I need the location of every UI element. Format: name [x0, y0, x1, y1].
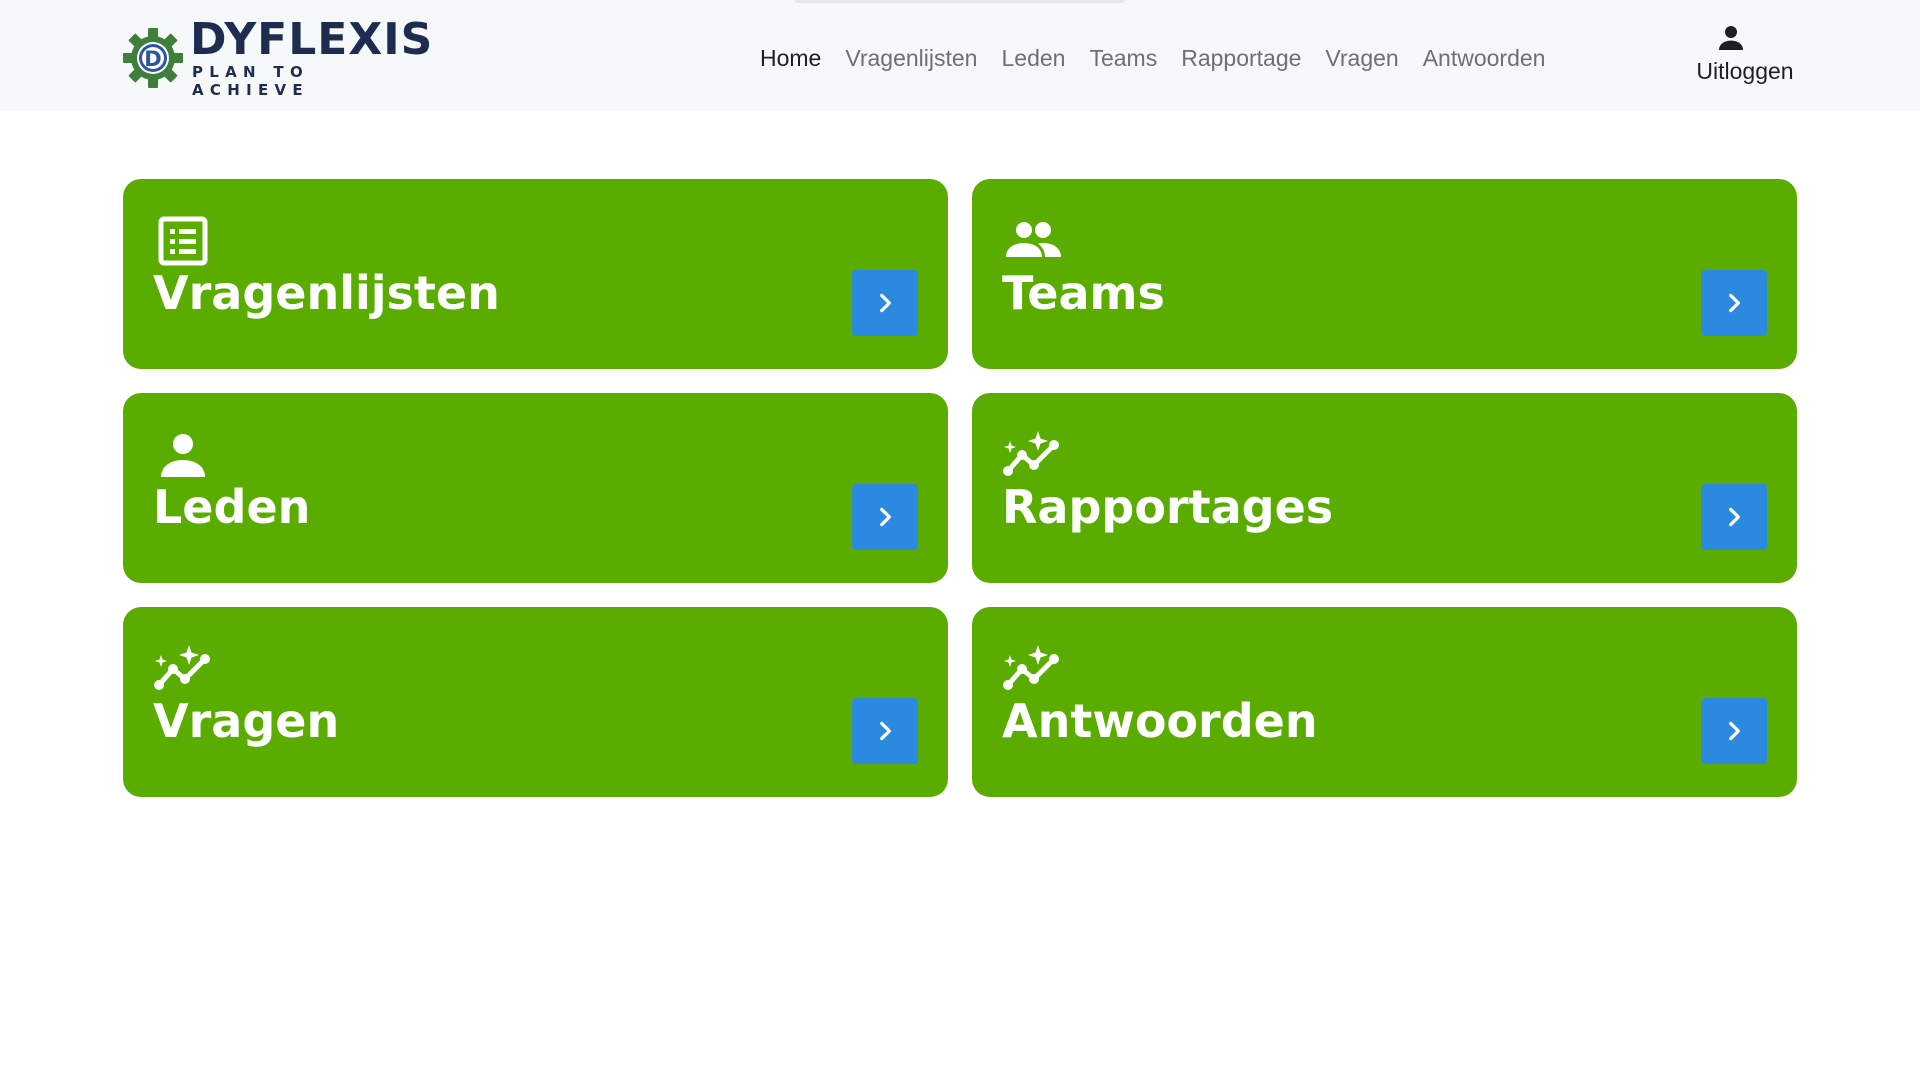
sparkle-chart-icon [153, 643, 213, 695]
list-icon [153, 215, 213, 267]
card-title: Antwoorden [1002, 694, 1318, 748]
chevron-right-icon [880, 507, 891, 527]
logout-label: Uitloggen [1696, 58, 1794, 84]
navbar: D DYFLEXIS PLAN TO ACHIEVE Home Vragenli… [0, 0, 1920, 111]
brand-tagline: PLAN TO ACHIEVE [192, 63, 310, 99]
card-title: Vragenlijsten [153, 266, 500, 320]
logo-letter: D [144, 47, 161, 71]
card-rapportages[interactable]: Rapportages [972, 393, 1797, 583]
chevron-right-icon [1729, 293, 1740, 313]
nav-link-teams[interactable]: Teams [1077, 41, 1169, 76]
open-rapportages-button[interactable] [1701, 484, 1767, 550]
chevron-right-icon [1729, 507, 1740, 527]
brand-logo-link[interactable]: D DYFLEXIS PLAN TO ACHIEVE [122, 14, 434, 99]
card-teams[interactable]: Teams [972, 179, 1797, 369]
chevron-right-icon [880, 721, 891, 741]
card-leden[interactable]: Leden [123, 393, 948, 583]
card-title: Rapportages [1002, 480, 1334, 534]
card-title: Leden [153, 480, 311, 534]
brand-name: DYFLEXIS [190, 14, 434, 65]
card-vragen[interactable]: Vragen [123, 607, 948, 797]
nav-link-rapportage[interactable]: Rapportage [1169, 41, 1313, 76]
open-teams-button[interactable] [1701, 270, 1767, 336]
nav-link-home[interactable]: Home [748, 41, 833, 76]
open-vragen-button[interactable] [852, 698, 918, 764]
main-nav: Home Vragenlijsten Leden Teams Rapportag… [748, 38, 1557, 78]
card-antwoorden[interactable]: Antwoorden [972, 607, 1797, 797]
navbar-shadow [795, 0, 1125, 3]
person-icon [153, 429, 213, 481]
gear-logo-icon: D [123, 28, 183, 88]
card-vragenlijsten[interactable]: Vragenlijsten [123, 179, 948, 369]
person-icon [1719, 26, 1743, 50]
nav-link-vragenlijsten[interactable]: Vragenlijsten [833, 41, 989, 76]
sparkle-chart-icon [1002, 643, 1062, 695]
open-leden-button[interactable] [852, 484, 918, 550]
dashboard-grid: Vragenlijsten Teams Leden Rapportages Vr… [123, 179, 1797, 797]
open-antwoorden-button[interactable] [1701, 698, 1767, 764]
open-vragenlijsten-button[interactable] [852, 270, 918, 336]
card-title: Vragen [153, 694, 340, 748]
chevron-right-icon [880, 293, 891, 313]
logout-button[interactable]: Uitloggen [1680, 22, 1810, 96]
chevron-right-icon [1729, 721, 1740, 741]
nav-link-vragen[interactable]: Vragen [1313, 41, 1410, 76]
nav-link-antwoorden[interactable]: Antwoorden [1411, 41, 1558, 76]
nav-link-leden[interactable]: Leden [989, 41, 1077, 76]
sparkle-chart-icon [1002, 429, 1062, 481]
card-title: Teams [1002, 266, 1165, 320]
group-icon [1002, 215, 1062, 267]
